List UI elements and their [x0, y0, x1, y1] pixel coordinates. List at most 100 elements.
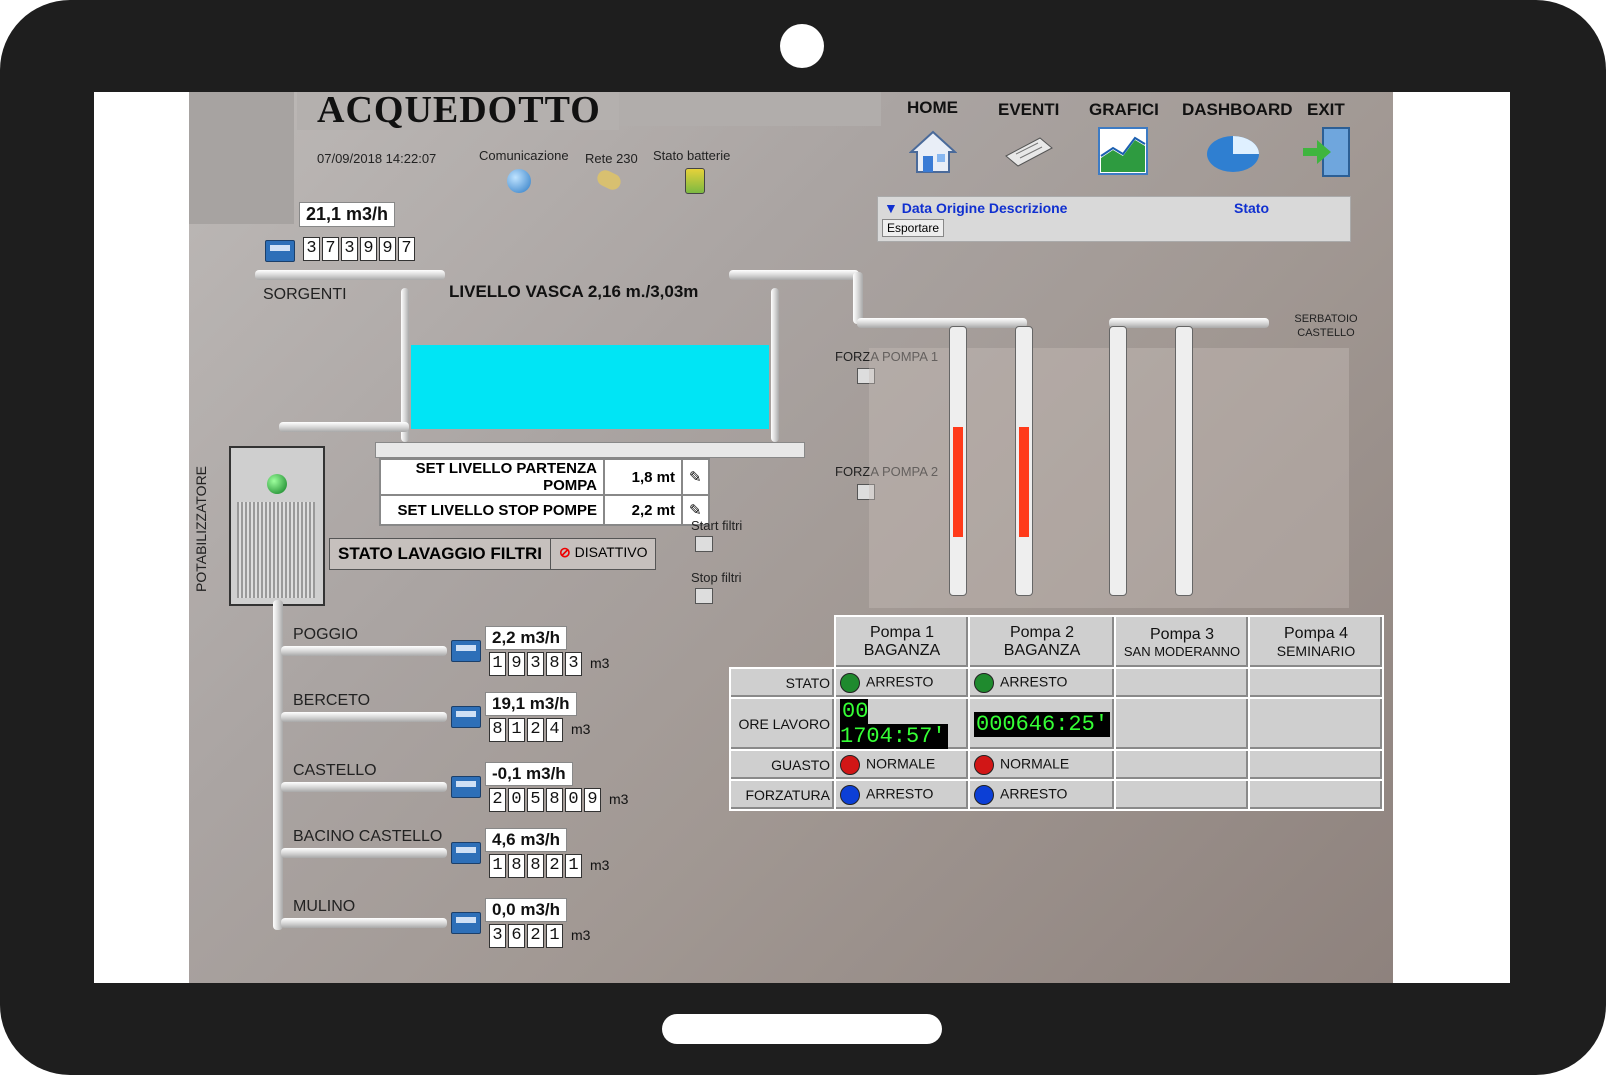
line-counter: 1 8 8 2 1 m3 — [489, 854, 609, 878]
tank-wall-left — [401, 288, 409, 442]
setpoint-value: 1,8 mt — [603, 458, 683, 496]
row-label-guasto: GUASTO — [729, 749, 836, 781]
events-header[interactable]: ▼ Data Origine Descrizione — [884, 200, 1067, 216]
potabilizzatore-unit — [229, 446, 325, 606]
pipe-branch — [281, 646, 447, 656]
counter-digit: 2 — [489, 788, 506, 812]
counter-digit: 0 — [565, 788, 582, 812]
pump1-site: BAGANZA — [863, 642, 941, 659]
counter-digit: 9 — [379, 237, 396, 261]
pipe-to-potab — [279, 422, 409, 432]
setpoint-row: SET LIVELLO PARTENZA POMPA 1,8 mt ✎ — [379, 458, 710, 496]
line-counter: 2 0 5 8 0 9 m3 — [489, 788, 628, 812]
line-name: BACINO CASTELLO — [293, 828, 443, 845]
pump2-guasto-text: NORMALE — [1000, 755, 1070, 772]
camera — [780, 24, 824, 68]
screen: ACQUEDOTTO 07/09/2018 14:22:07 Comunicaz… — [94, 92, 1510, 983]
filter-grid — [237, 502, 315, 598]
pipe-branch — [281, 918, 447, 928]
line-unit: m3 — [571, 927, 591, 943]
pump2-header: Pompa 2 BAGANZA — [967, 615, 1117, 669]
home-icon[interactable] — [908, 130, 958, 174]
stop-filtri-icon[interactable] — [695, 588, 713, 604]
flowmeter-icon — [451, 776, 481, 798]
pump2-forzatura-text: ARRESTO — [1000, 785, 1068, 802]
export-button[interactable]: Esportare — [882, 219, 945, 237]
pipe-branch — [281, 712, 447, 722]
sorgenti-counter: 373997 — [303, 237, 415, 261]
serbatoio-label: SERBATOIO CASTELLO — [1294, 313, 1358, 339]
title-bar-ext — [619, 92, 881, 126]
exit-door-icon[interactable] — [1301, 126, 1353, 178]
counter-digit: 9 — [360, 237, 377, 261]
counter-digit: 2 — [546, 854, 563, 878]
pipe-tank-out — [729, 270, 859, 280]
pump3-name: Pompa 3 — [1150, 625, 1215, 643]
counter-digit: 5 — [527, 788, 544, 812]
flowmeter-icon — [451, 640, 481, 662]
counter-digit: 9 — [508, 652, 525, 676]
start-filtri-icon[interactable] — [695, 536, 713, 552]
pump3-guasto — [1114, 749, 1251, 781]
lavaggio-state[interactable]: ⊘ DISATTIVO — [551, 539, 655, 569]
edit-icon[interactable]: ✎ — [681, 458, 710, 496]
pump1-ore: 00 1704:57' — [834, 697, 970, 751]
flowmeter-icon — [451, 912, 481, 934]
pump1-name: Pompa 1 — [869, 624, 935, 641]
nav-home-label: HOME — [907, 98, 958, 117]
flowmeter-icon — [265, 240, 295, 262]
nav-exit-label: EXIT — [1307, 100, 1345, 119]
newspaper-icon[interactable] — [1004, 134, 1054, 168]
pump-row-guasto: GUASTO NORMALE NORMALE — [729, 749, 1385, 781]
pump-row-stato: STATO ARRESTO ARRESTO — [729, 667, 1385, 699]
potabilizzatore-label: POTABILIZZATORE — [193, 465, 209, 592]
pump-row-forzatura: FORZATURA ARRESTO ARRESTO — [729, 779, 1385, 811]
line-name: CASTELLO — [293, 762, 377, 779]
pump1-forzatura: ARRESTO — [834, 779, 970, 811]
line-name: MULINO — [293, 898, 356, 915]
lavaggio-label: STATO LAVAGGIO FILTRI — [330, 539, 551, 569]
pipe-to-pumps — [857, 318, 1027, 328]
pipe-down — [853, 272, 863, 324]
events-columns: Data Origine Descrizione — [901, 200, 1068, 216]
counter-digit: 1 — [508, 718, 525, 742]
row-label-ore: ORE LAVORO — [729, 697, 836, 751]
force-led-icon — [840, 785, 860, 805]
well-2 — [1015, 326, 1033, 596]
counter-digit: 8 — [527, 854, 544, 878]
counter-digit: 8 — [546, 652, 563, 676]
pie-icon[interactable] — [1205, 134, 1261, 174]
pump4-guasto — [1248, 749, 1385, 781]
battery-icon[interactable] — [685, 168, 705, 194]
tank-level-label: LIVELLO VASCA 2,16 m./3,03m — [449, 282, 699, 301]
setpoint-label: SET LIVELLO PARTENZA POMPA — [379, 458, 605, 496]
pump2-site: BAGANZA — [1003, 642, 1081, 659]
well-2-water — [1019, 427, 1029, 537]
chart-icon[interactable] — [1097, 126, 1149, 176]
plug-icon[interactable] — [594, 167, 624, 193]
status-led-icon — [974, 673, 994, 693]
pump1-header: Pompa 1 BAGANZA — [834, 615, 970, 669]
pump-row-ore: ORE LAVORO 00 1704:57' 000646:25' — [729, 697, 1385, 751]
line-flow: 0,0 m3/h — [485, 898, 568, 922]
pump3-ore — [1114, 697, 1251, 751]
pump3-forzatura — [1114, 779, 1251, 811]
nav-dashboard-label: DASHBOARD — [1182, 100, 1293, 119]
line-name: BERCETO — [293, 692, 371, 709]
counter-digit: 1 — [489, 854, 506, 878]
line-name: POGGIO — [293, 626, 358, 643]
forbidden-icon: ⊘ — [558, 544, 571, 560]
pump1-stato-text: ARRESTO — [866, 673, 934, 690]
start-filtri-label: Start filtri — [691, 518, 743, 533]
stop-filtri-label: Stop filtri — [691, 570, 742, 585]
pump2-ore-display: 000646:25' — [974, 711, 1111, 737]
counter-digit: 0 — [508, 788, 525, 812]
globe-check-icon[interactable] — [507, 169, 531, 193]
counter-digit: 7 — [398, 237, 415, 261]
row-label-forzatura: FORZATURA — [729, 779, 836, 811]
home-bar[interactable] — [662, 1014, 942, 1044]
setpoint-row: SET LIVELLO STOP POMPE 2,2 mt ✎ — [379, 494, 710, 526]
counter-digit: 1 — [489, 652, 506, 676]
nav-eventi-label: EVENTI — [998, 100, 1060, 119]
counter-digit: 6 — [508, 924, 525, 948]
